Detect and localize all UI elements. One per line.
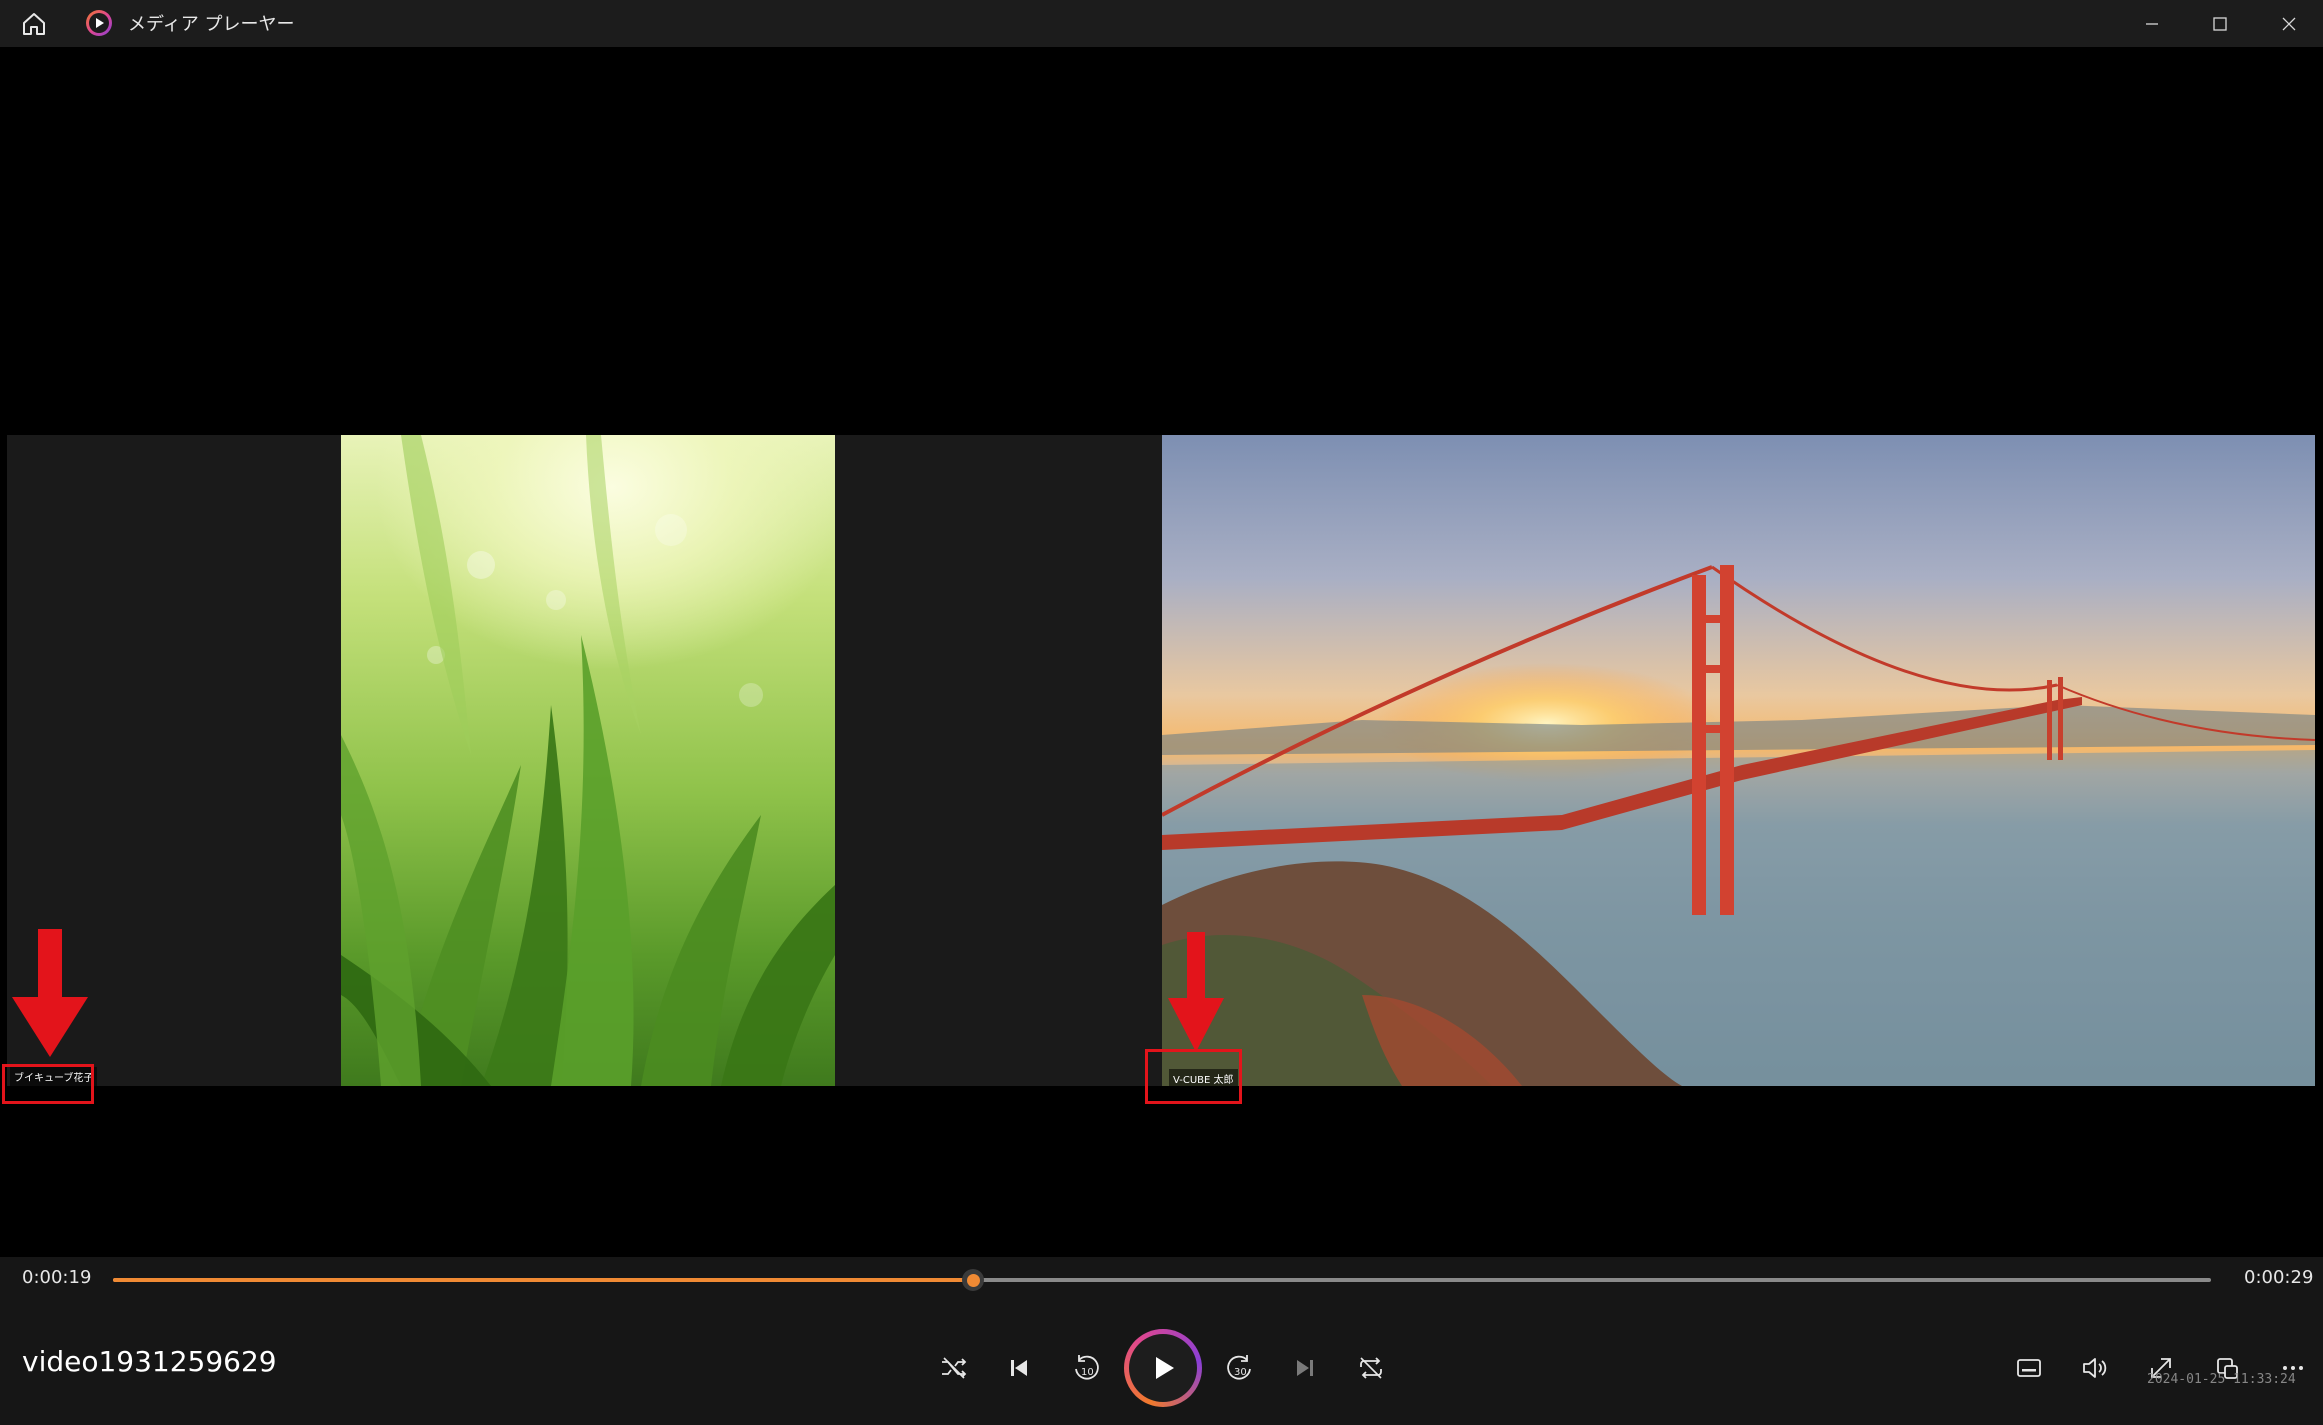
annotation-highlight-box — [2, 1064, 94, 1104]
close-icon — [2282, 17, 2296, 30]
maximize-icon — [2213, 16, 2227, 31]
total-time: 0:00:29 — [2244, 1267, 2314, 1288]
subtitles-button[interactable] — [2005, 1344, 2053, 1392]
svg-text:30: 30 — [1234, 1367, 1247, 1378]
video-frame: ブイキューブ花子 V-CUBE 太郎 — [7, 435, 2315, 1088]
play-icon — [1156, 1357, 1174, 1379]
minimize-icon — [2146, 22, 2158, 25]
repeat-button[interactable] — [1347, 1344, 1395, 1392]
rewind-10-icon: 10 — [1075, 1355, 1099, 1380]
window-title: メディア プレーヤー — [128, 14, 295, 35]
media-player-app-icon — [84, 8, 114, 38]
home-icon[interactable] — [16, 6, 52, 42]
seek-thumb[interactable] — [962, 1269, 985, 1291]
playback-controls: 0:00:19 0:00:29 video1931259629 10 30 20… — [0, 1257, 2323, 1425]
annotation-arrow-down — [12, 929, 88, 1057]
previous-icon — [1011, 1360, 1027, 1376]
current-time: 0:00:19 — [22, 1267, 92, 1288]
maximize-button[interactable] — [2186, 0, 2254, 47]
play-button-inner — [1129, 1334, 1197, 1402]
close-button[interactable] — [2255, 0, 2323, 47]
annotation-highlight-box — [1145, 1049, 1242, 1104]
subtitles-icon — [2017, 1359, 2041, 1377]
minimize-button[interactable] — [2118, 0, 2186, 47]
video-area[interactable]: ブイキューブ花子 V-CUBE 太郎 — [0, 47, 2323, 1257]
seek-bar-progress — [113, 1278, 974, 1282]
video-timestamp-overlay: 2024-01-25 11:33:24 — [2147, 1372, 2296, 1387]
rewind-10-button[interactable]: 10 — [1062, 1344, 1110, 1392]
shuffle-button[interactable] — [930, 1344, 978, 1392]
forward-30-button[interactable]: 30 — [1216, 1344, 1264, 1392]
next-icon — [1297, 1360, 1313, 1376]
participant-video-grass — [341, 435, 835, 1086]
previous-button[interactable] — [995, 1344, 1043, 1392]
seek-bar[interactable] — [113, 1269, 2211, 1291]
volume-button[interactable] — [2071, 1344, 2119, 1392]
title-bar: メディア プレーヤー — [0, 0, 2323, 47]
play-button[interactable] — [1124, 1329, 1202, 1407]
shuffle-icon — [942, 1357, 967, 1379]
next-button[interactable] — [1281, 1344, 1329, 1392]
annotation-arrow-down — [1168, 932, 1224, 1052]
svg-text:10: 10 — [1081, 1367, 1094, 1378]
volume-icon — [2083, 1358, 2107, 1378]
media-title: video1931259629 — [22, 1345, 277, 1378]
participant-video-bridge — [1162, 435, 2315, 1086]
forward-30-icon: 30 — [1227, 1355, 1251, 1380]
repeat-off-icon — [1360, 1357, 1382, 1379]
